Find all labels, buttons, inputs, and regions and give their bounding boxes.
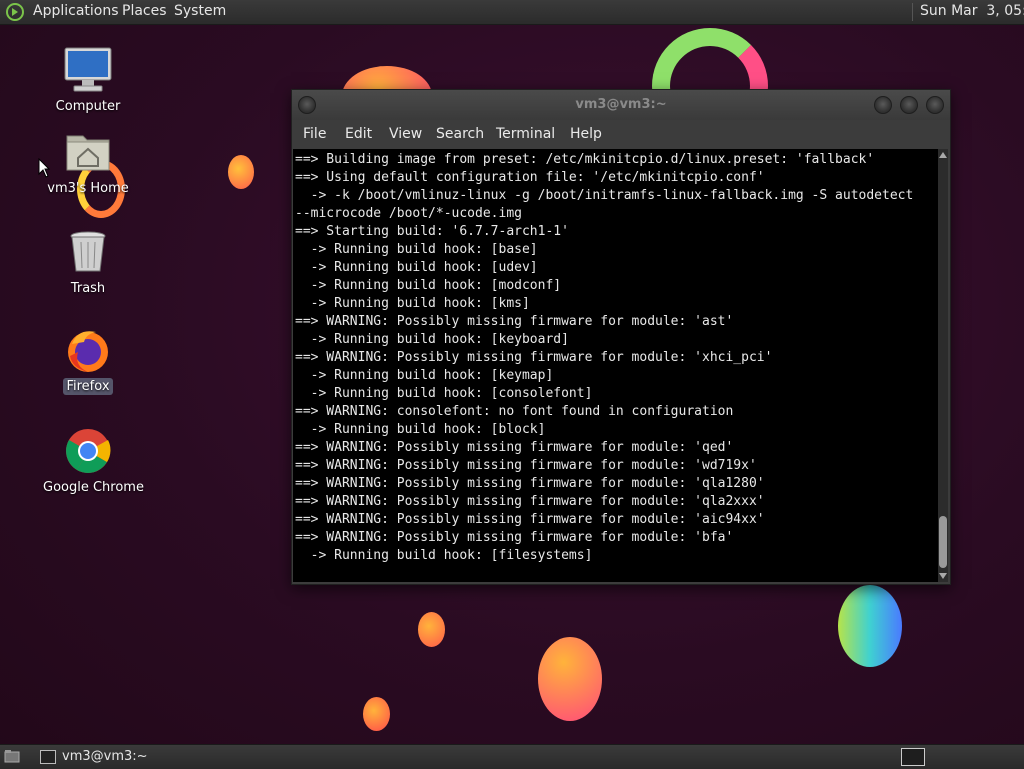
wallpaper-blob (363, 697, 390, 731)
desktop-icon-label: Google Chrome (43, 480, 144, 495)
terminal-line: ==> WARNING: Possibly missing firmware f… (295, 440, 734, 455)
chrome-icon (64, 427, 112, 475)
terminal-scrollbar[interactable] (938, 149, 948, 582)
terminal-line: ==> Using default configuration file: '/… (295, 170, 765, 185)
desktop-icon-label: Firefox (63, 378, 113, 395)
terminal-menubar: File Edit View Search Terminal Help (292, 120, 950, 148)
maximize-button[interactable] (900, 96, 918, 114)
terminal-line: ==> Starting build: '6.7.7-arch1-1' (295, 224, 569, 239)
minimize-button[interactable] (874, 96, 892, 114)
terminal-line: -> Running build hook: [keymap] (295, 368, 554, 383)
terminal-line: --microcode /boot/*-ucode.img (295, 206, 522, 221)
panel-separator (912, 3, 913, 21)
menu-system[interactable]: System (174, 3, 226, 19)
clock[interactable]: Sun Mar 3, 05:12 (920, 3, 1024, 19)
desktop-icon-label: Trash (70, 281, 106, 296)
terminal-window[interactable]: vm3@vm3:~ File Edit View Search Terminal… (291, 89, 951, 585)
terminal-line: ==> WARNING: Possibly missing firmware f… (295, 512, 765, 527)
terminal-line: ==> Building image from preset: /etc/mki… (295, 152, 875, 167)
terminal-line: ==> WARNING: Possibly missing firmware f… (295, 350, 773, 365)
menu-places[interactable]: Places (122, 3, 167, 19)
terminal-line: ==> WARNING: Possibly missing firmware f… (295, 494, 765, 509)
scroll-up-arrow-icon[interactable] (939, 152, 947, 158)
terminal-line: ==> WARNING: Possibly missing firmware f… (295, 314, 734, 329)
workspace-switcher[interactable] (901, 748, 925, 766)
window-titlebar[interactable]: vm3@vm3:~ (292, 90, 950, 120)
desktop-icon-label: Computer (55, 99, 121, 114)
terminal-line: -> Running build hook: [udev] (295, 260, 538, 275)
terminal-line: -> Running build hook: [base] (295, 242, 538, 257)
window-title: vm3@vm3:~ (575, 97, 667, 112)
desktop-icon-chrome[interactable]: Google Chrome (40, 427, 144, 496)
wallpaper-blob (228, 155, 254, 189)
terminal-line: -> Running build hook: [consolefont] (295, 386, 593, 401)
firefox-icon (64, 326, 112, 374)
menu-search[interactable]: Search (436, 126, 484, 142)
terminal-line: ==> WARNING: Possibly missing firmware f… (295, 458, 757, 473)
wallpaper-blob (418, 612, 445, 647)
trash-icon (64, 228, 112, 276)
desktop-icon-computer[interactable]: Computer (40, 46, 136, 115)
bottom-panel: vm3@vm3:~ (0, 744, 1024, 769)
terminal-line: -> Running build hook: [modconf] (295, 278, 562, 293)
desktop-icon-trash[interactable]: Trash (40, 228, 136, 297)
desktop-icon-home[interactable]: vm3's Home (40, 128, 136, 197)
home-folder-icon (64, 128, 112, 176)
computer-icon (64, 46, 112, 94)
menu-edit[interactable]: Edit (345, 126, 372, 142)
terminal-line: ==> WARNING: Possibly missing firmware f… (295, 476, 765, 491)
desktop-icon-label: vm3's Home (47, 181, 129, 196)
menu-help[interactable]: Help (570, 126, 602, 142)
menu-applications[interactable]: Applications (33, 3, 119, 19)
desktop-icon-firefox[interactable]: Firefox (40, 326, 136, 395)
terminal-line: -> Running build hook: [filesystems] (295, 548, 593, 563)
scroll-down-arrow-icon[interactable] (939, 573, 947, 579)
taskbar-item-label: vm3@vm3:~ (62, 749, 148, 764)
menu-view[interactable]: View (389, 126, 422, 142)
taskbar-item-terminal[interactable]: vm3@vm3:~ (36, 747, 216, 767)
terminal-line: -> Running build hook: [keyboard] (295, 332, 569, 347)
terminal-line: -> Running build hook: [block] (295, 422, 546, 437)
terminal-icon (40, 750, 56, 764)
wallpaper-blob (538, 637, 602, 721)
terminal-line: -> Running build hook: [kms] (295, 296, 530, 311)
terminal-line: ==> WARNING: consolefont: no font found … (295, 404, 734, 419)
terminal-line: -> -k /boot/vmlinuz-linux -g /boot/initr… (295, 188, 914, 203)
terminal-output[interactable]: ==> Building image from preset: /etc/mki… (293, 149, 938, 582)
terminal-text: ==> Building image from preset: /etc/mki… (293, 149, 938, 565)
menu-terminal[interactable]: Terminal (496, 126, 555, 142)
mouse-cursor-icon (38, 158, 50, 178)
distro-logo-icon[interactable] (6, 3, 24, 21)
menu-file[interactable]: File (303, 126, 326, 142)
scrollbar-thumb[interactable] (939, 516, 947, 568)
terminal-line: ==> WARNING: Possibly missing firmware f… (295, 530, 734, 545)
wallpaper-blob (838, 585, 902, 667)
close-button[interactable] (926, 96, 944, 114)
show-desktop-icon[interactable] (4, 749, 20, 763)
top-panel: Applications Places System Sun Mar 3, 05… (0, 0, 1024, 25)
